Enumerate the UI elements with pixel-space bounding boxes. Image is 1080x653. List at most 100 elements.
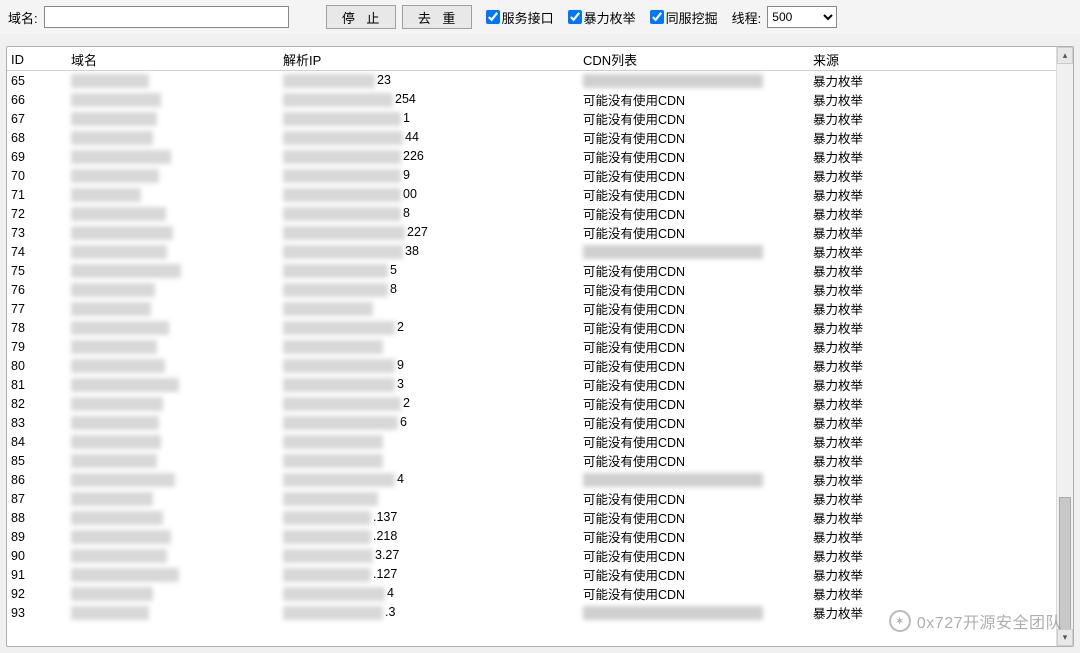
cell-ip-suffix: 23	[377, 73, 391, 87]
cell-cdn: 可能没有使用CDN	[583, 584, 813, 603]
cell-ip: .127	[283, 567, 583, 582]
table-row[interactable]: 73227可能没有使用CDN暴力枚举	[7, 223, 1073, 242]
cell-source: 暴力枚举	[813, 280, 1073, 299]
cell-source: 暴力枚举	[813, 261, 1073, 280]
cell-ip: 226	[283, 149, 583, 164]
cell-cdn: 可能没有使用CDN	[583, 261, 813, 280]
cell-ip-suffix: 227	[407, 225, 428, 239]
cell-ip-suffix: 9	[403, 168, 410, 182]
checkbox-sameserver[interactable]: 同服挖掘	[650, 8, 718, 27]
scroll-down-icon[interactable]: ▾	[1057, 629, 1073, 646]
cell-domain	[71, 92, 283, 107]
table-row[interactable]: 93.3暴力枚举	[7, 603, 1073, 622]
cell-domain	[71, 320, 283, 335]
cell-ip: 9	[283, 168, 583, 183]
table-row[interactable]: 728可能没有使用CDN暴力枚举	[7, 204, 1073, 223]
toolbar: 域名: 停 止 去 重 服务接口 暴力枚举 同服挖掘 线程: 500	[0, 0, 1080, 34]
cell-ip: 227	[283, 225, 583, 240]
table-row[interactable]: 84可能没有使用CDN暴力枚举	[7, 432, 1073, 451]
cell-id: 69	[11, 150, 71, 164]
checkbox-brute[interactable]: 暴力枚举	[568, 8, 636, 27]
threads-select[interactable]: 500	[767, 6, 837, 28]
cell-source: 暴力枚举	[813, 90, 1073, 109]
table-row[interactable]: 88.137可能没有使用CDN暴力枚举	[7, 508, 1073, 527]
cell-domain	[71, 187, 283, 202]
table-row[interactable]: 87可能没有使用CDN暴力枚举	[7, 489, 1073, 508]
table-row[interactable]: 822可能没有使用CDN暴力枚举	[7, 394, 1073, 413]
domain-input[interactable]	[44, 6, 289, 28]
cell-source: 暴力枚举	[813, 432, 1073, 451]
table-row[interactable]: 864暴力枚举	[7, 470, 1073, 489]
table-row[interactable]: 66254可能没有使用CDN暴力枚举	[7, 90, 1073, 109]
cell-source: 暴力枚举	[813, 109, 1073, 128]
cell-domain	[71, 491, 283, 506]
table-row[interactable]: 6844可能没有使用CDN暴力枚举	[7, 128, 1073, 147]
scroll-up-icon[interactable]: ▴	[1057, 47, 1073, 64]
checkbox-brute-input[interactable]	[568, 10, 582, 24]
table-row[interactable]: 91.127可能没有使用CDN暴力枚举	[7, 565, 1073, 584]
table-row[interactable]: 782可能没有使用CDN暴力枚举	[7, 318, 1073, 337]
cell-cdn: 可能没有使用CDN	[583, 109, 813, 128]
cell-id: 84	[11, 435, 71, 449]
table-row[interactable]: 836可能没有使用CDN暴力枚举	[7, 413, 1073, 432]
table-row[interactable]: 89.218可能没有使用CDN暴力枚举	[7, 527, 1073, 546]
table-row[interactable]: 755可能没有使用CDN暴力枚举	[7, 261, 1073, 280]
cell-cdn: 可能没有使用CDN	[583, 318, 813, 337]
table-row[interactable]: 671可能没有使用CDN暴力枚举	[7, 109, 1073, 128]
cell-ip	[283, 491, 583, 506]
cell-source: 暴力枚举	[813, 318, 1073, 337]
scroll-thumb[interactable]	[1059, 497, 1071, 637]
cell-domain	[71, 301, 283, 316]
table-row[interactable]: 79可能没有使用CDN暴力枚举	[7, 337, 1073, 356]
header-ip[interactable]: 解析IP	[283, 50, 583, 69]
table-row[interactable]: 813可能没有使用CDN暴力枚举	[7, 375, 1073, 394]
table-row[interactable]: 85可能没有使用CDN暴力枚举	[7, 451, 1073, 470]
cell-id: 79	[11, 340, 71, 354]
cell-domain	[71, 548, 283, 563]
checkbox-service[interactable]: 服务接口	[486, 8, 554, 27]
cell-id: 72	[11, 207, 71, 221]
checkbox-service-input[interactable]	[486, 10, 500, 24]
cell-cdn: 可能没有使用CDN	[583, 166, 813, 185]
cell-cdn: 可能没有使用CDN	[583, 451, 813, 470]
cell-ip: .218	[283, 529, 583, 544]
cell-source: 暴力枚举	[813, 489, 1073, 508]
domain-label: 域名:	[8, 8, 38, 27]
header-cdn[interactable]: CDN列表	[583, 50, 813, 69]
table-row[interactable]: 924可能没有使用CDN暴力枚举	[7, 584, 1073, 603]
cell-domain	[71, 472, 283, 487]
cell-id: 68	[11, 131, 71, 145]
cell-domain	[71, 586, 283, 601]
header-domain[interactable]: 域名	[71, 50, 283, 69]
table-row[interactable]: 768可能没有使用CDN暴力枚举	[7, 280, 1073, 299]
table-row[interactable]: 69226可能没有使用CDN暴力枚举	[7, 147, 1073, 166]
cell-domain	[71, 339, 283, 354]
header-src[interactable]: 来源	[813, 50, 1073, 69]
cell-ip: 2	[283, 396, 583, 411]
dedup-button[interactable]: 去 重	[402, 5, 472, 29]
cell-ip: 8	[283, 206, 583, 221]
cell-domain	[71, 206, 283, 221]
cell-source: 暴力枚举	[813, 242, 1073, 261]
cell-cdn: 可能没有使用CDN	[583, 413, 813, 432]
table-row[interactable]: 903.27可能没有使用CDN暴力枚举	[7, 546, 1073, 565]
cell-cdn: 可能没有使用CDN	[583, 375, 813, 394]
cell-ip-suffix: 5	[390, 263, 397, 277]
cell-source: 暴力枚举	[813, 204, 1073, 223]
table-row[interactable]: 7100可能没有使用CDN暴力枚举	[7, 185, 1073, 204]
cell-id: 92	[11, 587, 71, 601]
table-row[interactable]: 709可能没有使用CDN暴力枚举	[7, 166, 1073, 185]
table-row[interactable]: 6523暴力枚举	[7, 71, 1073, 90]
checkbox-sameserver-input[interactable]	[650, 10, 664, 24]
table-row[interactable]: 77可能没有使用CDN暴力枚举	[7, 299, 1073, 318]
table-row[interactable]: 7438暴力枚举	[7, 242, 1073, 261]
cell-cdn: 可能没有使用CDN	[583, 394, 813, 413]
table-row[interactable]: 809可能没有使用CDN暴力枚举	[7, 356, 1073, 375]
threads-label: 线程:	[732, 8, 762, 27]
header-id[interactable]: ID	[11, 52, 71, 67]
scrollbar[interactable]: ▴ ▾	[1056, 47, 1073, 646]
cell-ip-suffix: 2	[397, 320, 404, 334]
cell-id: 73	[11, 226, 71, 240]
stop-button[interactable]: 停 止	[326, 5, 396, 29]
cell-domain	[71, 415, 283, 430]
